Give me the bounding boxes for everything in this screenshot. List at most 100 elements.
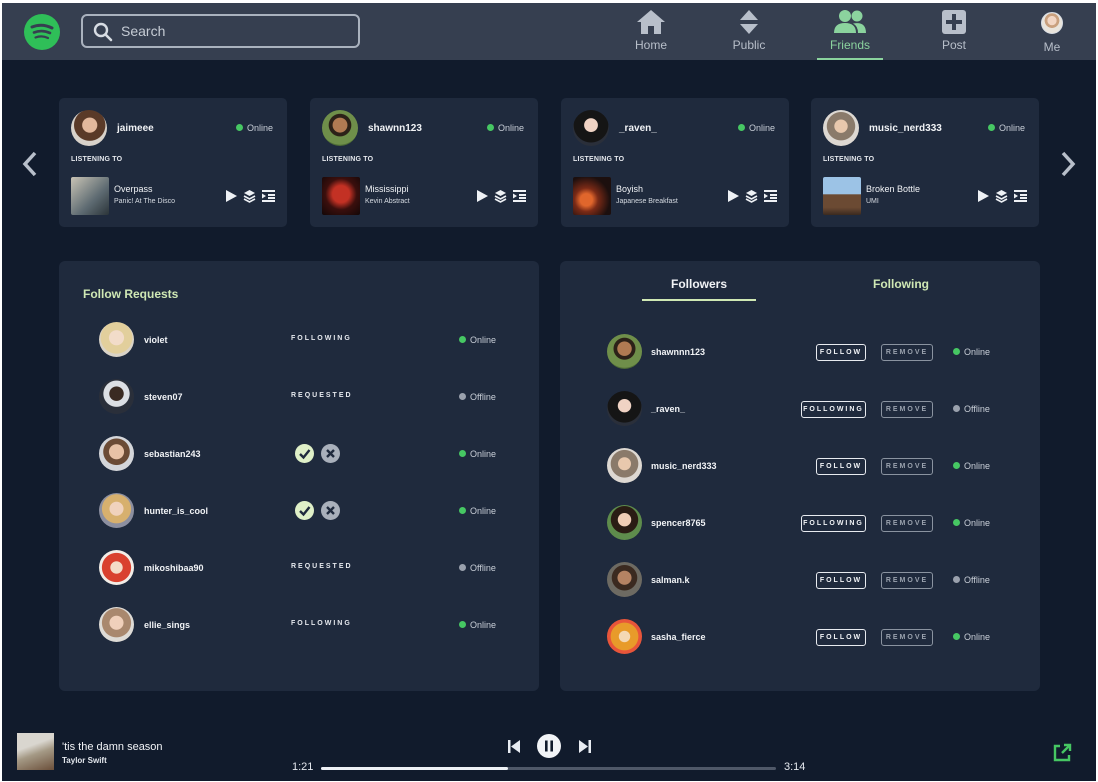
avatar [99, 550, 134, 585]
status-badge: Online [737, 123, 775, 133]
username: shawnnn123 [651, 347, 706, 357]
username: hunter_is_cool [144, 506, 209, 516]
avatar [71, 110, 107, 146]
username: steven07 [144, 392, 183, 402]
artist-name: UMI [866, 198, 879, 205]
artist-name: Panic! At The Disco [114, 198, 175, 205]
friend-activity-card[interactable]: music_nerd333 Online LISTENING TO Broken… [811, 98, 1039, 227]
play-icon[interactable] [977, 189, 990, 203]
song-title: Boyish [616, 184, 644, 194]
layers-icon[interactable] [494, 189, 507, 203]
top-bar: Home Public Friends Post Me [2, 3, 1096, 60]
avatar [823, 110, 859, 146]
song-title: Mississippi [365, 184, 409, 194]
listening-label: LISTENING TO [71, 156, 123, 163]
now-playing-artist: Taylor Swift [62, 756, 107, 765]
nav-friends[interactable]: Friends [815, 9, 885, 60]
list-item: spencer8765 FOLLOWING REMOVE Online [560, 505, 1040, 541]
search-box[interactable] [81, 14, 360, 48]
listening-label: LISTENING TO [823, 156, 875, 163]
avatar [607, 562, 642, 597]
tab-following[interactable]: Following [844, 277, 958, 291]
tab-followers[interactable]: Followers [642, 277, 756, 291]
avatar [607, 448, 642, 483]
avatar [607, 505, 642, 540]
request-state: FOLLOWING [291, 620, 352, 627]
avatar [607, 619, 642, 654]
song-title: Broken Bottle [866, 184, 921, 194]
nav-public[interactable]: Public [714, 9, 784, 60]
request-state: REQUESTED [291, 392, 353, 399]
list-item: sasha_fierce FOLLOW REMOVE Online [560, 619, 1040, 655]
username: sebastian243 [144, 449, 201, 459]
chevron-right-icon[interactable] [1058, 151, 1078, 177]
friend-username: jaimeee [117, 123, 154, 134]
remove-button[interactable]: REMOVE [881, 401, 933, 418]
accept-button[interactable] [295, 444, 314, 463]
pause-button[interactable] [537, 734, 561, 758]
username: sasha_fierce [651, 632, 706, 642]
nav-post[interactable]: Post [919, 9, 989, 60]
play-icon[interactable] [225, 189, 238, 203]
status-badge: Online [486, 123, 524, 133]
nav-me[interactable]: Me [1017, 9, 1087, 60]
queue-icon[interactable] [513, 189, 526, 203]
accept-button[interactable] [295, 501, 314, 520]
list-item: steven07 REQUESTED Offline [59, 379, 539, 415]
username: spencer8765 [651, 518, 706, 528]
status-badge: Offline [953, 575, 990, 585]
avatar [607, 391, 642, 426]
following-button[interactable]: FOLLOWING [801, 401, 866, 418]
play-icon[interactable] [727, 189, 740, 203]
username: mikoshibaa90 [144, 563, 204, 573]
album-art [71, 177, 109, 215]
previous-icon[interactable] [507, 739, 521, 754]
list-item: hunter_is_cool Online [59, 493, 539, 529]
follow-button[interactable]: FOLLOW [816, 572, 866, 589]
status-badge: Offline [459, 392, 496, 402]
total-time: 3:14 [784, 761, 806, 773]
friend-activity-card[interactable]: jaimeee Online LISTENING TO Overpass Pan… [59, 98, 287, 227]
username: salman.k [651, 575, 690, 585]
spotify-logo[interactable] [24, 14, 60, 50]
remove-button[interactable]: REMOVE [881, 515, 933, 532]
follow-button[interactable]: FOLLOW [816, 629, 866, 646]
username: music_nerd333 [651, 461, 717, 471]
follow-button[interactable]: FOLLOW [816, 458, 866, 475]
follow-button[interactable]: FOLLOW [816, 344, 866, 361]
nav-home-label: Home [634, 38, 667, 52]
chevron-left-icon[interactable] [20, 151, 40, 177]
layers-icon[interactable] [745, 189, 758, 203]
remove-button[interactable]: REMOVE [881, 458, 933, 475]
external-link-icon[interactable] [1052, 743, 1072, 763]
artist-name: Japanese Breakfast [616, 198, 678, 205]
play-icon[interactable] [476, 189, 489, 203]
avatar [1041, 12, 1063, 34]
remove-button[interactable]: REMOVE [881, 629, 933, 646]
layers-icon[interactable] [243, 189, 256, 203]
remove-button[interactable]: REMOVE [881, 572, 933, 589]
status-badge: Online [953, 632, 990, 642]
active-tab-indicator [642, 299, 756, 301]
queue-icon[interactable] [1014, 189, 1027, 203]
decline-button[interactable] [321, 444, 340, 463]
album-art [573, 177, 611, 215]
queue-icon[interactable] [262, 189, 275, 203]
search-input[interactable] [121, 21, 351, 41]
remove-button[interactable]: REMOVE [881, 344, 933, 361]
panel-title: Follow Requests [83, 287, 179, 301]
next-icon[interactable] [578, 739, 592, 754]
queue-icon[interactable] [764, 189, 777, 203]
decline-button[interactable] [321, 501, 340, 520]
status-badge: Online [459, 449, 496, 459]
status-badge: Online [235, 123, 273, 133]
progress-bar[interactable] [321, 767, 776, 770]
username: ellie_sings [144, 620, 191, 630]
nav-home[interactable]: Home [616, 9, 686, 60]
friend-activity-card[interactable]: _raven_ Online LISTENING TO Boyish Japan… [561, 98, 789, 227]
player-bar: 'tis the damn season Taylor Swift 1:21 3… [2, 719, 1096, 781]
layers-icon[interactable] [995, 189, 1008, 203]
nav-me-label: Me [1043, 40, 1061, 54]
following-button[interactable]: FOLLOWING [801, 515, 866, 532]
friend-activity-card[interactable]: shawnn123 Online LISTENING TO Mississipp… [310, 98, 538, 227]
